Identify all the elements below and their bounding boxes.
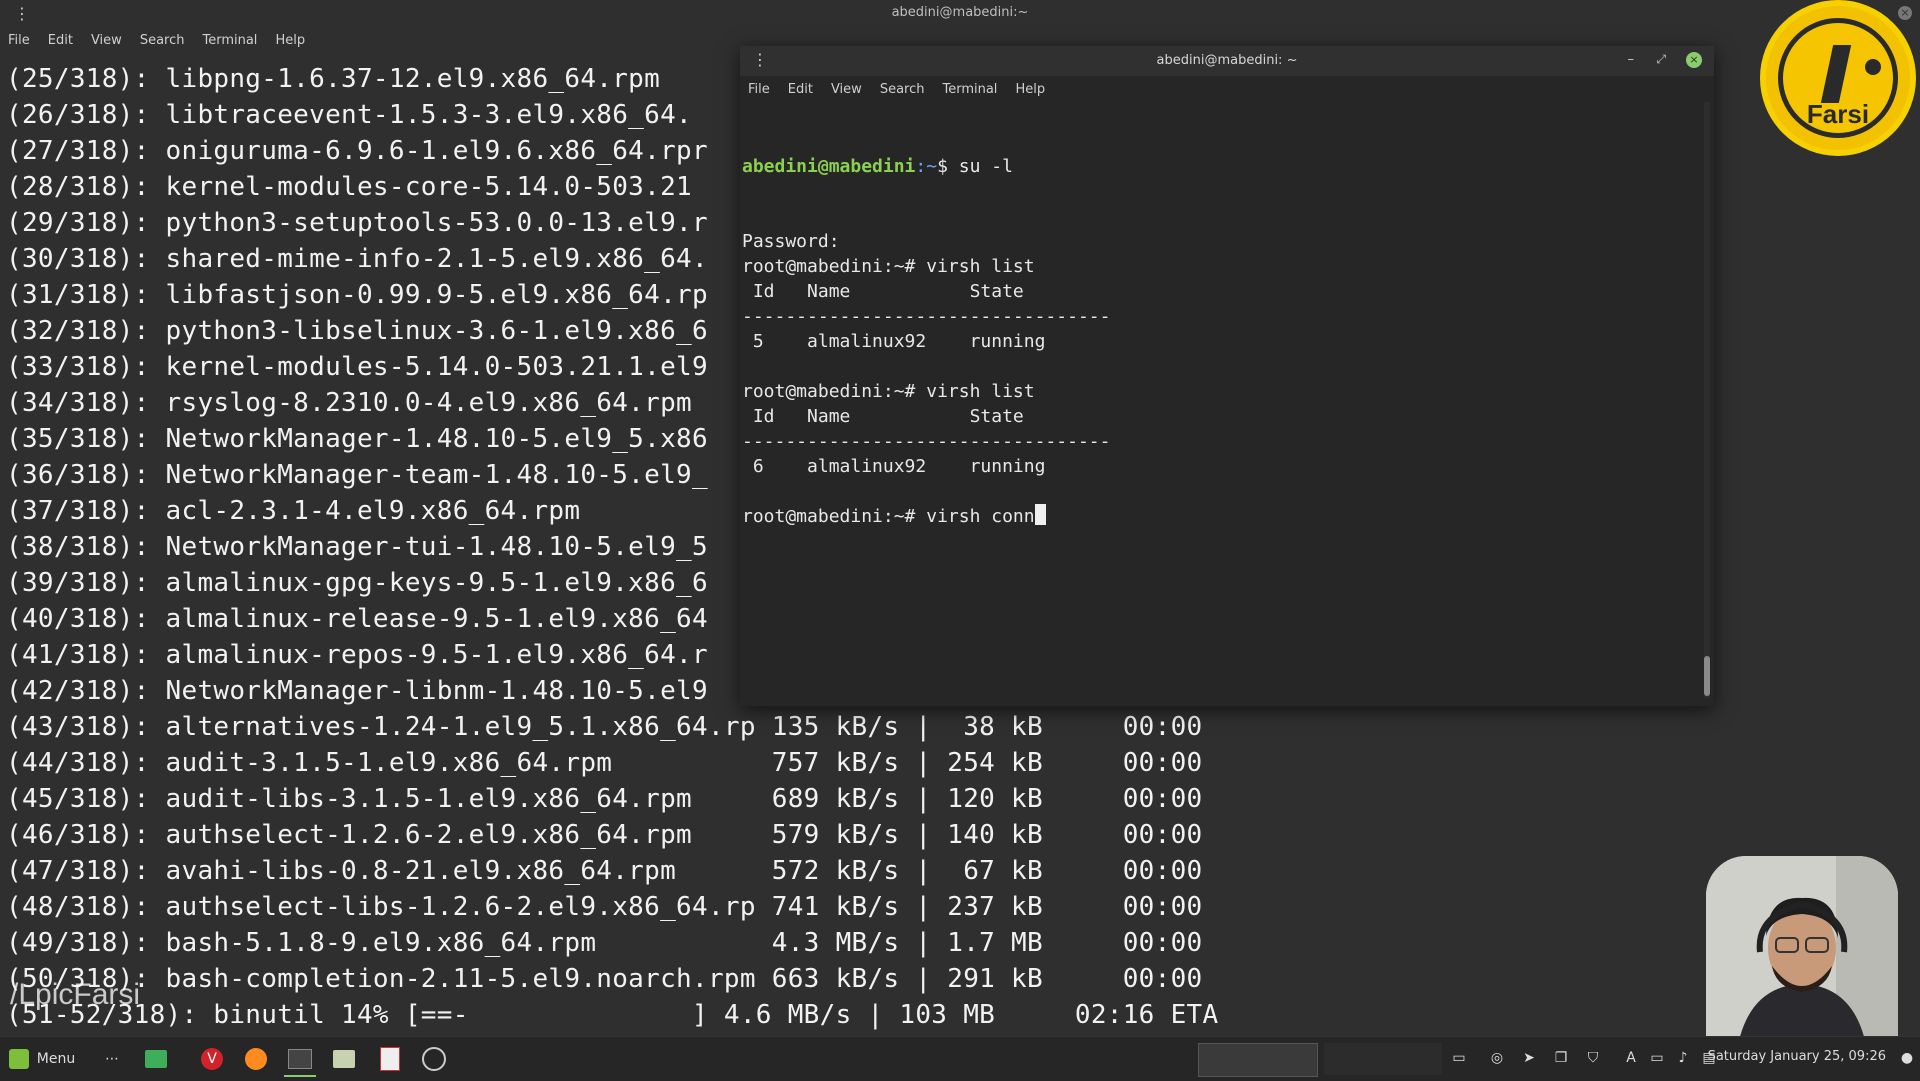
taskbar: Menu ⋯ V ▭ ◎ ➤ ❐ ⛉ A ▭ ♪ ▤ Saturday Janu… [0, 1036, 1920, 1081]
menu-edit[interactable]: Edit [40, 33, 83, 53]
shield-icon[interactable]: ⛉ [1584, 1049, 1602, 1067]
mint-logo-icon [8, 1049, 29, 1069]
taskbar-window-thumbnail[interactable] [1324, 1043, 1442, 1075]
webcam-overlay [1706, 856, 1898, 1056]
output-line: (48/318): authselect-libs-1.2.6-2.el9.x8… [6, 892, 1203, 922]
watermark: /LpicFarsi [10, 978, 141, 1011]
apps-grid-icon[interactable]: ⋯ [96, 1043, 128, 1075]
session-line-text: root@mabedini:~# virsh conn [742, 506, 1035, 527]
output-line: (44/318): audit-3.1.5-1.el9.x86_64.rpm 7… [6, 748, 1203, 778]
menu-terminal[interactable]: Terminal [934, 82, 1007, 102]
prompt-line: abedini@mabedini:~$ su -l [742, 154, 1110, 179]
prompt-user: abedini@mabedini [742, 156, 916, 177]
scrollbar-thumb[interactable] [1704, 656, 1710, 696]
session-line: Id Name State [742, 404, 1110, 429]
text-editor-icon[interactable] [374, 1043, 406, 1075]
session-line [742, 354, 1110, 379]
session-line [742, 479, 1110, 504]
terminal-icon[interactable] [284, 1043, 316, 1077]
menu-edit[interactable]: Edit [780, 82, 823, 102]
close-icon[interactable]: × [1898, 6, 1912, 20]
files-icon[interactable] [328, 1043, 360, 1075]
menu-terminal[interactable]: Terminal [194, 33, 267, 53]
background-titlebar[interactable]: ⋮ abedini@mabedini:~ × [0, 0, 1920, 28]
menu-help[interactable]: Help [1007, 82, 1055, 102]
session-line: 6 almalinux92 running [742, 454, 1110, 479]
output-line: (43/318): alternatives-1.24-1.el9_5.1.x8… [6, 712, 1203, 742]
session-line: ---------------------------------- [742, 429, 1110, 454]
session-line-text: ---------------------------------- [742, 306, 1111, 327]
terminal-session[interactable]: abedini@mabedini:~$ su -l Password: root@… [742, 104, 1110, 527]
session-line-text: root@mabedini:~# virsh list [742, 256, 1035, 277]
taskbar-window-thumbnail[interactable] [1198, 1043, 1318, 1077]
foreground-terminal-window[interactable]: ⋮ abedini@mabedini: ~ – ⤢ × File Edit Vi… [740, 46, 1714, 706]
menu-search[interactable]: Search [872, 82, 935, 102]
output-line: (49/318): bash-5.1.8-9.el9.x86_64.rpm 4.… [6, 928, 1203, 958]
output-line: (50/318): bash-completion-2.11-5.el9.noa… [6, 964, 1203, 994]
session-line: ---------------------------------- [742, 304, 1110, 329]
logo-text: Farsi [1806, 99, 1870, 129]
session-line: root@mabedini:~# virsh list [742, 379, 1110, 404]
menu-search[interactable]: Search [132, 33, 195, 53]
network-icon[interactable]: ◎ [1488, 1049, 1506, 1067]
session-line-text: 6 almalinux92 running [742, 456, 1046, 477]
session-line: Id Name State [742, 279, 1110, 304]
session-line-text: root@mabedini:~# virsh list [742, 381, 1035, 402]
output-line: (46/318): authselect-1.2.6-2.el9.x86_64.… [6, 820, 1203, 850]
session-line-text: ---------------------------------- [742, 431, 1111, 452]
scrollbar[interactable] [1704, 102, 1710, 698]
session-line: root@mabedini:~# virsh conn [742, 504, 1110, 529]
start-menu-button[interactable]: Menu [6, 1043, 78, 1075]
session-line: 5 almalinux92 running [742, 329, 1110, 354]
menu-view[interactable]: View [823, 82, 872, 102]
session-line-text: Password: [742, 231, 840, 252]
keyboard-layout-icon[interactable]: A [1622, 1049, 1640, 1067]
telegram-icon[interactable]: ➤ [1520, 1049, 1538, 1067]
window-title: abedini@mabedini:~ [891, 5, 1029, 20]
background-menubar: File Edit View Search Terminal Help [0, 33, 315, 53]
menu-file[interactable]: File [0, 33, 40, 53]
user-icon[interactable]: ● [1898, 1049, 1916, 1067]
vivaldi-icon[interactable]: V [196, 1043, 228, 1075]
prompt-path: :~ [915, 156, 938, 177]
text-cursor [1034, 504, 1046, 525]
display-icon[interactable]: ▭ [1648, 1049, 1666, 1067]
minimize-icon[interactable]: – [1628, 52, 1635, 67]
output-line: (45/318): audit-libs-3.1.5-1.el9.x86_64.… [6, 784, 1203, 814]
workspace-icon[interactable]: ▭ [1450, 1049, 1468, 1067]
maximize-icon[interactable]: ⤢ [1656, 52, 1666, 67]
output-line: (51-52/318): binutil 14% [==- ] 4.6 MB/s… [6, 1000, 1219, 1030]
session-line-text: Id Name State [742, 406, 1024, 427]
clock[interactable]: Saturday January 25, 09:26 [1708, 1049, 1886, 1064]
lpic-farsi-logo: Farsi [1760, 0, 1916, 156]
foreground-menubar: File Edit View Search Terminal Help [740, 82, 1714, 102]
screenshot-icon[interactable] [418, 1043, 450, 1075]
scrollbar[interactable] [1912, 56, 1920, 1031]
windows-icon[interactable]: ❐ [1552, 1049, 1570, 1067]
session-line: root@mabedini:~# virsh list [742, 254, 1110, 279]
show-desktop-icon[interactable] [140, 1043, 172, 1075]
firefox-icon[interactable] [240, 1043, 272, 1075]
session-line-text: 5 almalinux92 running [742, 331, 1046, 352]
menu-file[interactable]: File [740, 82, 780, 102]
window-title: abedini@mabedini: ~ [1156, 53, 1298, 68]
menu-view[interactable]: View [83, 33, 132, 53]
command-text: $ su -l [937, 156, 1013, 177]
session-line-text: Id Name State [742, 281, 1024, 302]
volume-icon[interactable]: ♪ [1674, 1049, 1692, 1067]
menu-label: Menu [36, 1051, 76, 1067]
foreground-titlebar[interactable]: ⋮ abedini@mabedini: ~ – ⤢ × [740, 46, 1714, 76]
output-line: (47/318): avahi-libs-0.8-21.el9.x86_64.r… [6, 856, 1203, 886]
close-icon[interactable]: × [1686, 52, 1702, 68]
session-line: Password: [742, 229, 1110, 254]
menu-help[interactable]: Help [267, 33, 315, 53]
